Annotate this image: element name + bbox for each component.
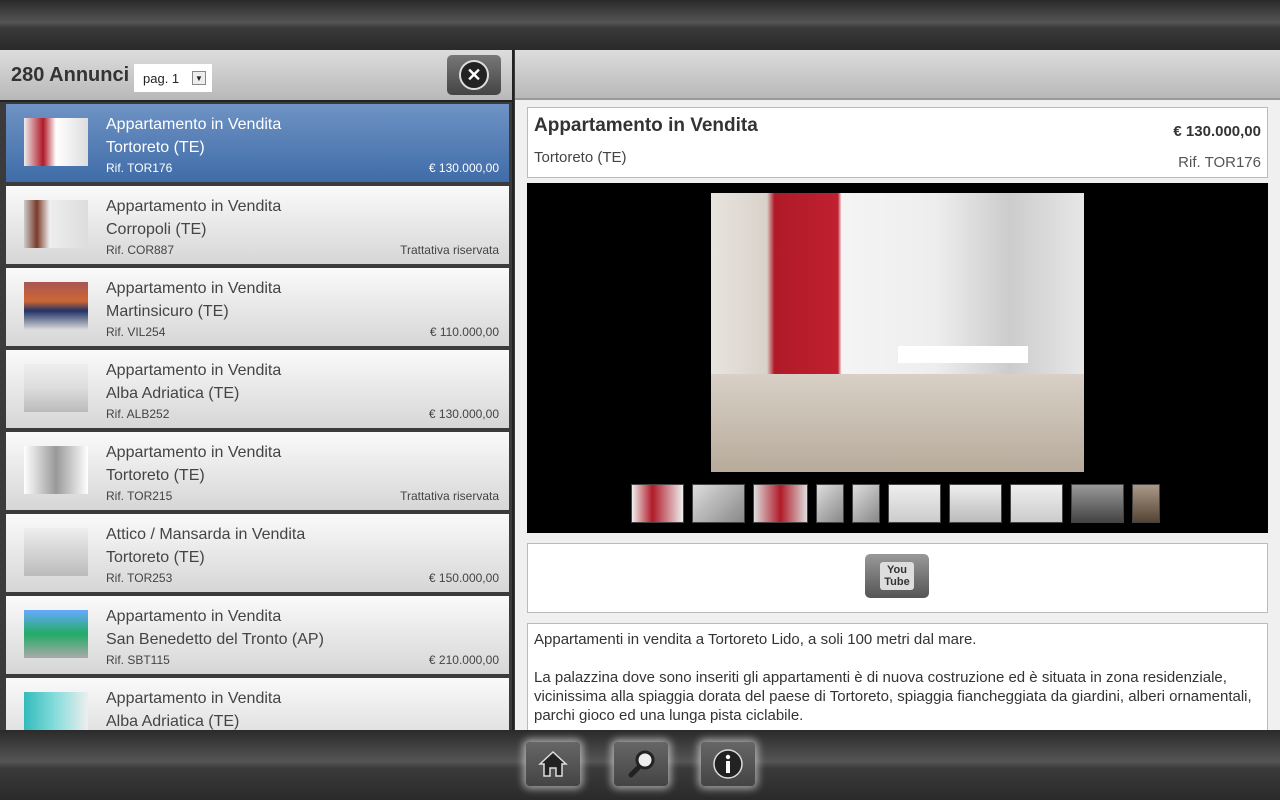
youtube-icon: You Tube xyxy=(880,562,914,590)
listing-title: Appartamento in Vendita xyxy=(106,116,282,133)
detail-header xyxy=(515,50,1280,100)
listing-price: € 210.000,00 xyxy=(428,653,499,667)
thumbnail[interactable] xyxy=(631,484,684,523)
info-icon xyxy=(713,749,743,779)
detail-panel: Appartamento in Vendita Tortoreto (TE) €… xyxy=(515,50,1280,743)
listing-panel: 280 Annunci pag. 1 ▼ ✕ Appartamento in Ve… xyxy=(0,50,514,730)
detail-ref: Rif. TOR176 xyxy=(1178,154,1261,171)
listing-price: € 130.000,00 xyxy=(428,407,499,421)
description-paragraph: La palazzina dove sono inseriti gli appa… xyxy=(534,669,1252,724)
listing-location: Martinsicuro (TE) xyxy=(106,303,229,320)
listing-item[interactable]: Appartamento in Vendita Tortoreto (TE) R… xyxy=(6,432,509,510)
detail-title: Appartamento in Vendita xyxy=(534,115,758,136)
home-icon xyxy=(538,750,568,777)
listing-thumbnail xyxy=(24,610,88,658)
page-select[interactable]: pag. 1 ▼ xyxy=(134,64,212,92)
detail-info: Appartamento in Vendita Tortoreto (TE) €… xyxy=(527,107,1268,178)
thumbnail[interactable] xyxy=(1071,484,1124,523)
listing-location: Corropoli (TE) xyxy=(106,221,207,238)
listing-location: Tortoreto (TE) xyxy=(106,549,205,566)
listing-thumbnail xyxy=(24,528,88,576)
home-button[interactable] xyxy=(526,742,580,786)
thumbnail[interactable] xyxy=(1010,484,1063,523)
listing-item[interactable]: Appartamento in Vendita Corropoli (TE) R… xyxy=(6,186,509,264)
listing-title: Appartamento in Vendita xyxy=(106,280,282,297)
listing-thumbnail xyxy=(24,118,88,166)
listing-thumbnail xyxy=(24,200,88,248)
listing-location: Tortoreto (TE) xyxy=(106,467,205,484)
listing-title: Appartamento in Vendita xyxy=(106,198,282,215)
top-bar xyxy=(0,0,1280,50)
listing-ref: Rif. ALB252 xyxy=(106,407,170,421)
listing-price: € 110.000,00 xyxy=(429,325,499,339)
thumbnail[interactable] xyxy=(692,484,745,523)
listing-title: Appartamento in Vendita xyxy=(106,608,282,625)
listing-title: Appartamento in Vendita xyxy=(106,690,282,707)
detail-location: Tortoreto (TE) xyxy=(534,149,627,166)
listing-ref: Rif. TOR215 xyxy=(106,489,173,503)
listing-price: Trattativa riservata xyxy=(400,243,499,257)
listing-header: 280 Annunci pag. 1 ▼ ✕ xyxy=(0,50,512,102)
listing-ref: Rif. TOR253 xyxy=(106,571,173,585)
thumbnail[interactable] xyxy=(888,484,941,523)
listing-ref: Rif. SBT115 xyxy=(106,653,170,667)
listing-thumbnail xyxy=(24,692,88,730)
listing-price: Trattativa riservata xyxy=(400,489,499,503)
listing-item[interactable]: Appartamento in Vendita Martinsicuro (TE… xyxy=(6,268,509,346)
page-value: pag. 1 xyxy=(143,71,180,86)
listing-title: Appartamento in Vendita xyxy=(106,362,282,379)
thumbnail-strip xyxy=(631,484,1160,523)
photo-gallery xyxy=(527,183,1268,533)
bottom-nav xyxy=(0,730,1280,800)
search-icon xyxy=(628,750,655,778)
info-button[interactable] xyxy=(701,742,755,786)
listing-item[interactable]: Appartamento in Vendita San Benedetto de… xyxy=(6,596,509,674)
main-photo[interactable] xyxy=(711,193,1084,472)
thumbnail[interactable] xyxy=(852,484,880,523)
listing-thumbnail xyxy=(24,282,88,330)
listing-title: Appartamento in Vendita xyxy=(106,444,282,461)
listing-title: Attico / Mansarda in Vendita xyxy=(106,526,306,543)
listing-item[interactable]: Appartamento in Vendita Alba Adriatica (… xyxy=(6,350,509,428)
video-box: You Tube xyxy=(527,543,1268,613)
listing-ref: Rif. COR887 xyxy=(106,243,175,257)
search-button[interactable] xyxy=(614,742,668,786)
thumbnail[interactable] xyxy=(753,484,808,523)
listing-price: € 150.000,00 xyxy=(428,571,499,585)
youtube-button[interactable]: You Tube xyxy=(865,554,929,598)
listing-location: Tortoreto (TE) xyxy=(106,139,205,156)
listing-item[interactable]: Appartamento in Vendita Alba Adriatica (… xyxy=(6,678,509,730)
listing-ref: Rif. VIL254 xyxy=(106,325,166,339)
listing-count: 280 Annunci xyxy=(11,64,130,86)
listing-price: € 130.000,00 xyxy=(428,161,499,175)
listing-location: Alba Adriatica (TE) xyxy=(106,713,240,730)
description-paragraph: Appartamenti in vendita a Tortoreto Lido… xyxy=(534,631,977,648)
detail-price: € 130.000,00 xyxy=(1173,123,1261,140)
listing-thumbnail xyxy=(24,446,88,494)
listing-item[interactable]: Attico / Mansarda in Vendita Tortoreto (… xyxy=(6,514,509,592)
description: Appartamenti in vendita a Tortoreto Lido… xyxy=(527,623,1268,743)
listing-thumbnail xyxy=(24,364,88,412)
listing-item[interactable]: Appartamento in Vendita Tortoreto (TE) R… xyxy=(6,104,509,182)
listing-ref: Rif. TOR176 xyxy=(106,161,173,175)
thumbnail[interactable] xyxy=(816,484,844,523)
close-button[interactable]: ✕ xyxy=(447,55,501,95)
thumbnail[interactable] xyxy=(949,484,1002,523)
listing-location: San Benedetto del Tronto (AP) xyxy=(106,631,324,648)
chevron-down-icon: ▼ xyxy=(192,71,206,85)
thumbnail[interactable] xyxy=(1132,484,1160,523)
listing-location: Alba Adriatica (TE) xyxy=(106,385,240,402)
close-icon: ✕ xyxy=(459,60,489,90)
